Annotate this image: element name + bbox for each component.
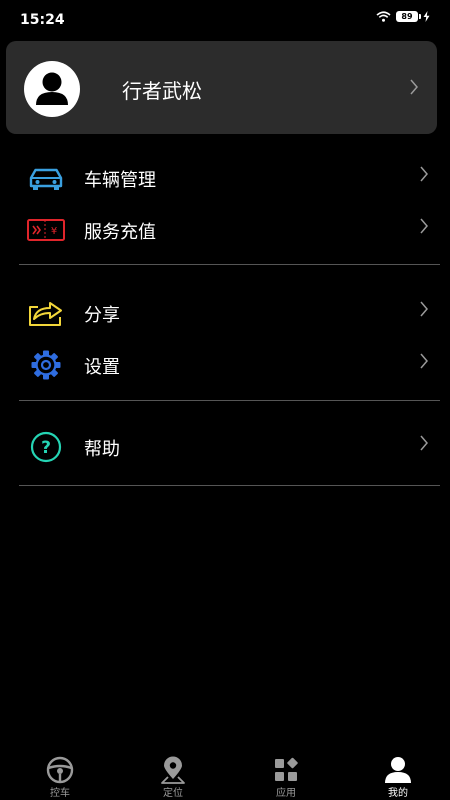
chevron-right-icon (420, 353, 428, 369)
status-time: 15:24 (20, 12, 65, 28)
chevron-right-icon (420, 435, 428, 451)
status-bar: 15:24 89 (0, 0, 450, 36)
recharge-ticket-icon: ¥ (27, 219, 65, 241)
menu-label: 车辆管理 (84, 170, 156, 191)
battery-level: 89 (396, 11, 421, 22)
chevron-right-icon (420, 301, 428, 317)
car-icon (29, 168, 63, 190)
avatar (24, 61, 80, 117)
menu-item-share[interactable]: 分享 (0, 289, 450, 337)
tab-label: 应用 (276, 788, 296, 799)
menu-item-vehicle-management[interactable]: 车辆管理 (0, 154, 450, 202)
status-indicators: 89 (376, 11, 430, 22)
chevron-right-icon (420, 166, 428, 182)
help-icon: ? (30, 431, 62, 463)
profile-name: 行者武松 (122, 79, 202, 103)
svg-text:¥: ¥ (51, 226, 57, 237)
divider (19, 400, 440, 401)
tab-location[interactable]: 定位 (117, 748, 229, 800)
profile-card[interactable]: 行者武松 (6, 41, 437, 134)
menu-item-help[interactable]: ? 帮助 (0, 423, 450, 471)
bottom-tab-bar: 控车 定位 应用 我的 (0, 748, 450, 800)
wifi-icon (376, 11, 391, 22)
location-pin-icon (161, 756, 185, 784)
menu-label: 帮助 (84, 439, 120, 460)
tab-apps[interactable]: 应用 (230, 748, 342, 800)
divider (19, 485, 440, 486)
user-avatar-icon (36, 72, 68, 105)
tab-mine[interactable]: 我的 (342, 748, 450, 800)
svg-text:?: ? (41, 438, 51, 458)
share-icon (29, 302, 62, 326)
apps-grid-icon (275, 757, 298, 781)
chevron-right-icon (410, 79, 418, 95)
tab-label: 控车 (50, 788, 70, 799)
tab-car-control[interactable]: 控车 (4, 748, 116, 800)
menu-label: 分享 (84, 305, 120, 326)
charging-bolt-icon (423, 11, 430, 22)
divider (19, 264, 440, 265)
tab-label: 我的 (388, 788, 408, 799)
gear-icon (31, 350, 61, 380)
chevron-right-icon (420, 218, 428, 234)
steering-wheel-icon (46, 756, 74, 784)
menu-item-service-recharge[interactable]: ¥ 服务充值 (0, 206, 450, 254)
menu-label: 服务充值 (84, 222, 156, 243)
tab-label: 定位 (163, 788, 183, 799)
menu-item-settings[interactable]: 设置 (0, 341, 450, 389)
menu-label: 设置 (84, 357, 120, 378)
user-icon (385, 757, 411, 783)
